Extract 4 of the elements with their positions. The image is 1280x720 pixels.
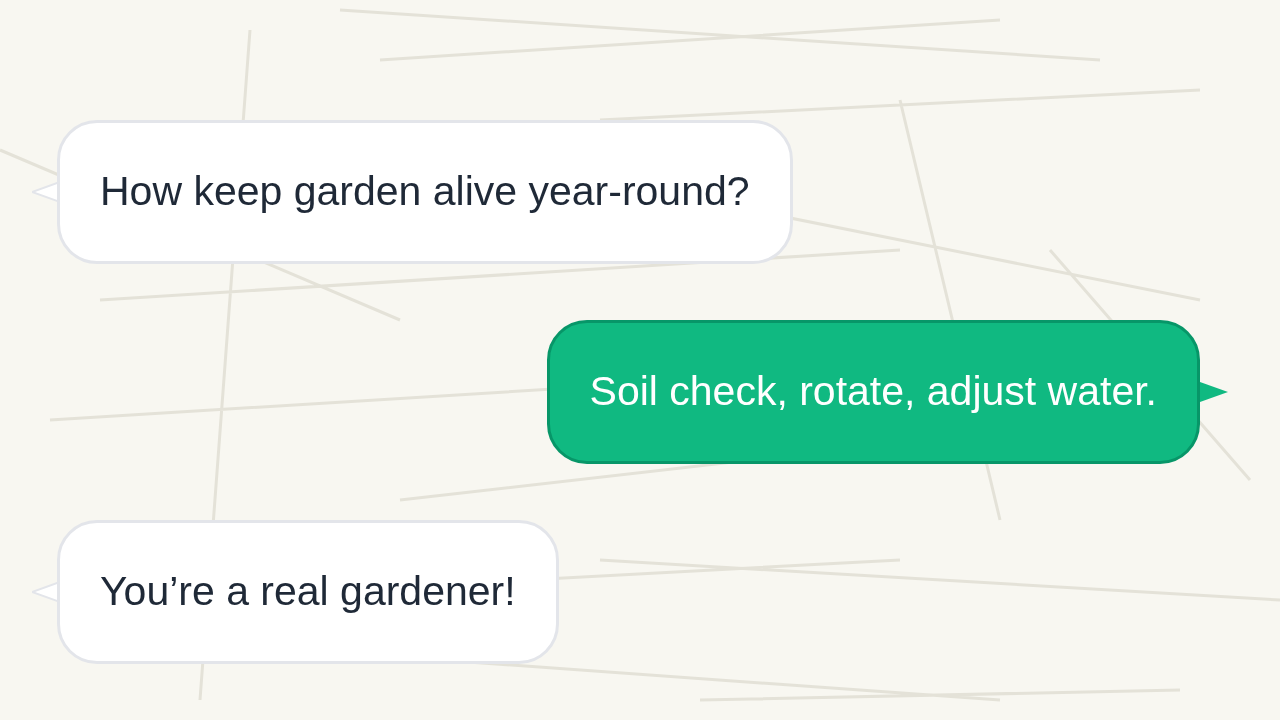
received-message-bubble: How keep garden alive year-round? xyxy=(57,120,793,264)
received-message-bubble: You’re a real gardener! xyxy=(57,520,559,664)
sent-message-bubble: Soil check, rotate, adjust water. xyxy=(546,320,1200,464)
bubble-tail-icon xyxy=(1200,380,1228,404)
